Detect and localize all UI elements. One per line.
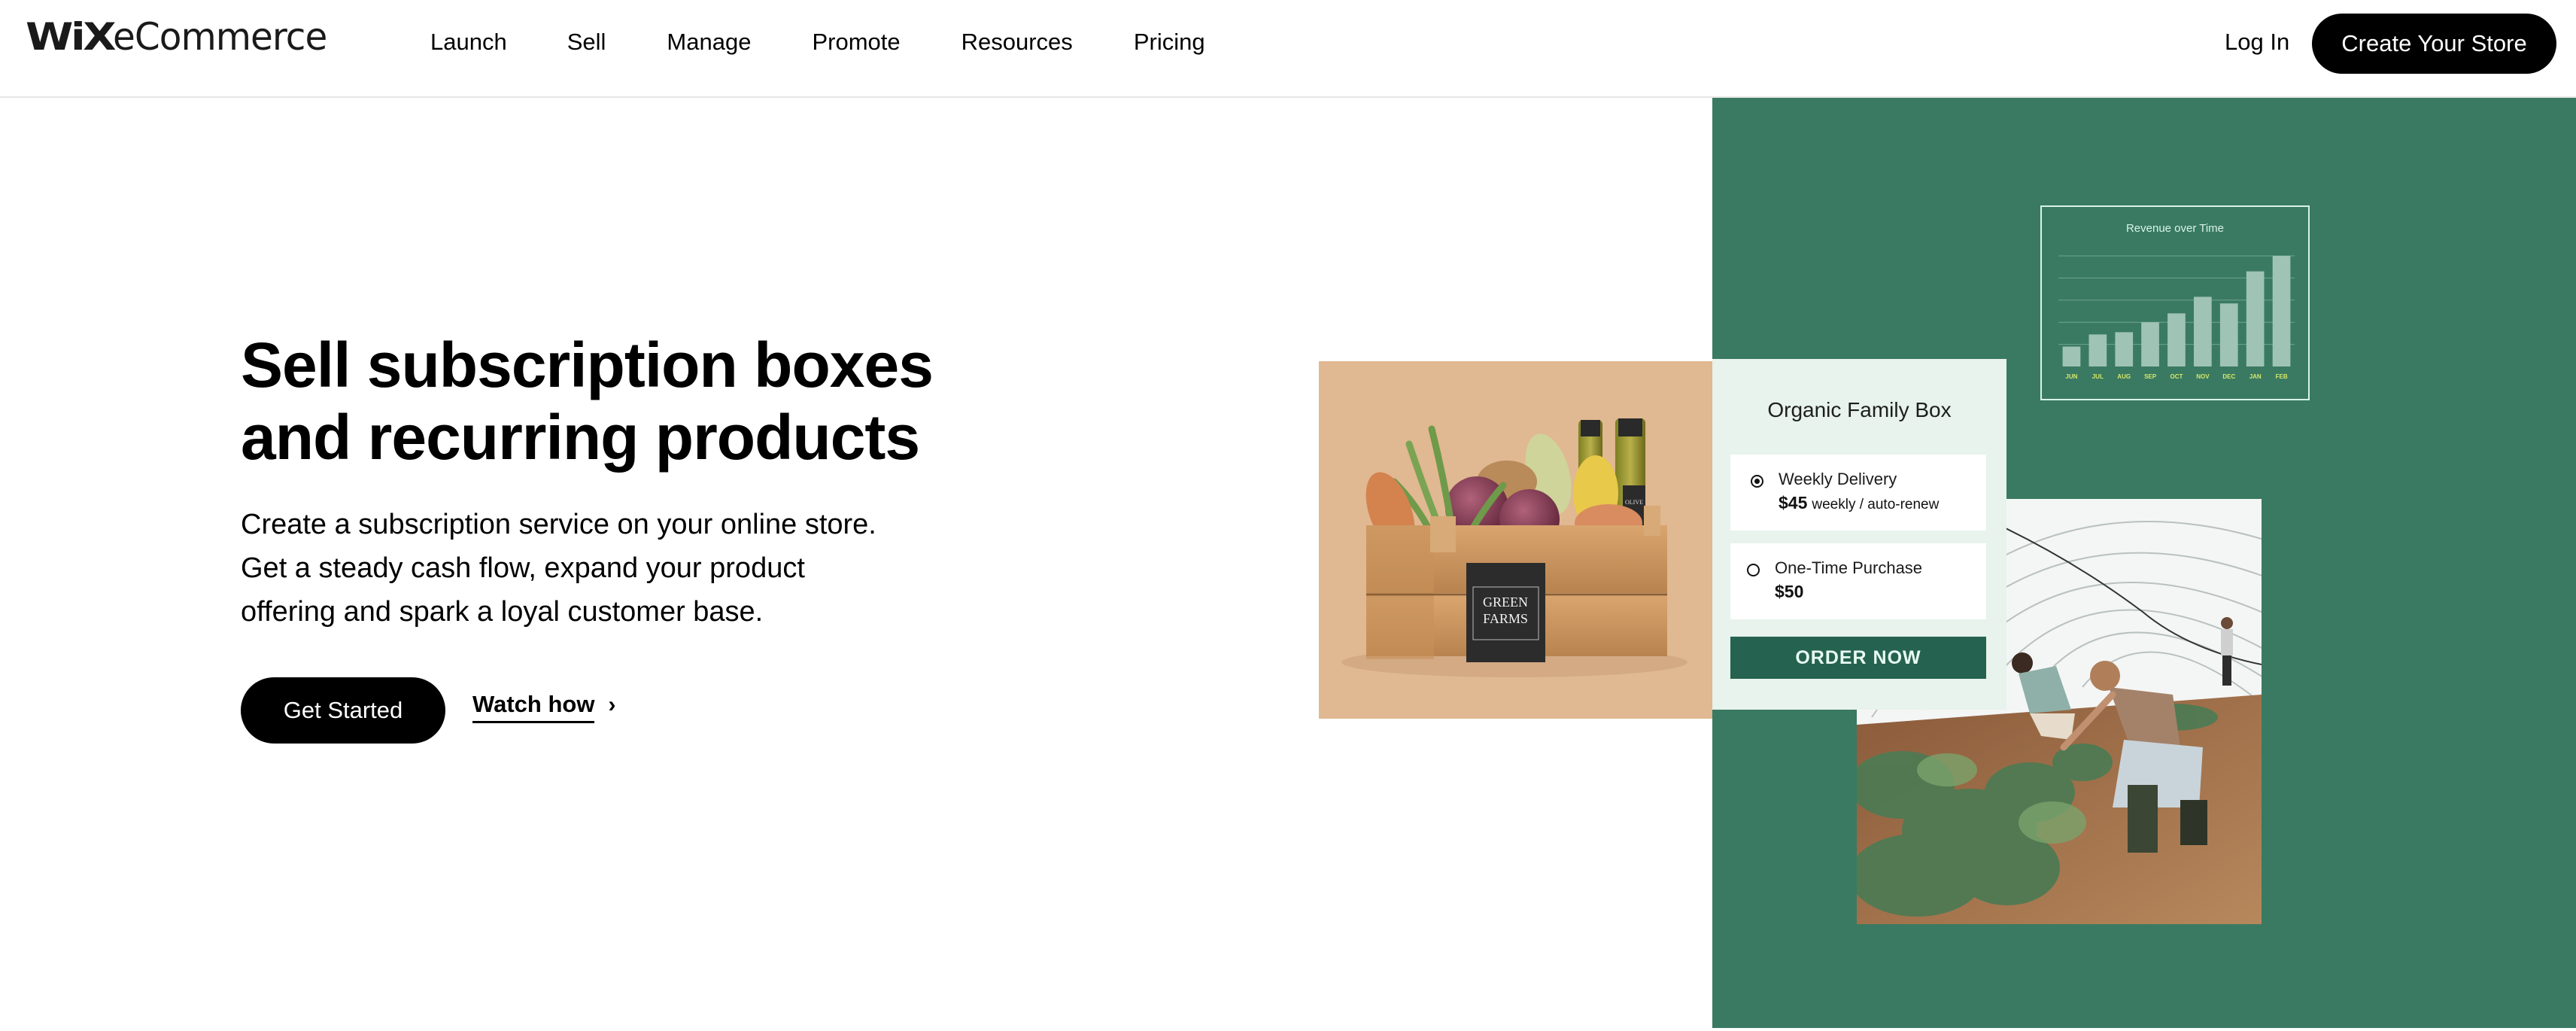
option-price: $50 xyxy=(1775,582,1804,601)
option-weekly-delivery[interactable]: Weekly Delivery $45 weekly / auto-renew xyxy=(1730,455,1986,531)
option-price: $45 weekly / auto-renew xyxy=(1779,493,1939,513)
hero-description: Create a subscription service on your on… xyxy=(241,503,955,634)
chart-bar-nov xyxy=(2194,297,2212,366)
option-price-note: weekly / auto-renew xyxy=(1812,497,1940,512)
site-header: WiX eCommerce Launch Sell Manage Promote… xyxy=(0,0,2576,98)
chart-bar-feb xyxy=(2272,256,2291,366)
revenue-chart: Revenue over Time JUN JUL AUG SEP OCT NOV DEC J… xyxy=(2040,205,2310,400)
chart-tick-label: JUN xyxy=(2065,373,2077,380)
radio-unselected-icon[interactable] xyxy=(1747,564,1760,576)
chart-tick-label: JAN xyxy=(2249,373,2262,380)
hero-description-line: Create a subscription service on your on… xyxy=(241,509,876,540)
crate-label-line1: GREEN xyxy=(1483,595,1528,610)
hero-description-line: Get a steady cash flow, expand your prod… xyxy=(241,552,805,584)
chart-tick-label: JUL xyxy=(2092,373,2104,380)
chart-title: Revenue over Time xyxy=(2126,222,2224,235)
watch-how-label: Watch how xyxy=(472,691,595,723)
chart-tick-label: FEB xyxy=(2276,373,2288,380)
create-store-button[interactable]: Create Your Store xyxy=(2312,14,2556,74)
order-now-button[interactable]: ORDER NOW xyxy=(1730,637,1986,679)
nav-resources[interactable]: Resources xyxy=(961,29,1073,56)
logo-product: eCommerce xyxy=(112,15,327,59)
nav-launch[interactable]: Launch xyxy=(430,29,507,56)
vegetable-crate-image: OLIVE GREEN FARMS xyxy=(1319,361,1712,719)
nav-promote[interactable]: Promote xyxy=(812,29,900,56)
chart-tick-label: DEC xyxy=(2222,373,2235,380)
chart-bar-jan xyxy=(2246,271,2265,366)
chart-bar-aug xyxy=(2115,332,2134,366)
nav-sell[interactable]: Sell xyxy=(567,29,606,56)
chart-bar-dec xyxy=(2219,303,2238,366)
product-title: Organic Family Box xyxy=(1767,398,1952,421)
get-started-button[interactable]: Get Started xyxy=(241,677,445,744)
chart-bar-jun xyxy=(2062,346,2081,366)
hero-title-line: Sell subscription boxes xyxy=(241,330,934,400)
crate-label-line2: FARMS xyxy=(1483,611,1528,626)
chart-bar-oct xyxy=(2167,313,2186,366)
revenue-chart-svg: Revenue over Time JUN JUL AUG SEP OCT NOV DEC J… xyxy=(2058,222,2295,380)
product-card: Organic Family Box Weekly Delivery $45 we… xyxy=(1712,359,2006,710)
option-name: Weekly Delivery xyxy=(1779,470,1897,488)
watch-how-link[interactable]: Watch how › xyxy=(472,691,615,723)
vegetable-crate-illustration: OLIVE GREEN FARMS xyxy=(1341,418,1687,677)
chart-tick-label: SEP xyxy=(2144,373,2157,380)
option-one-time-purchase[interactable]: One-Time Purchase $50 xyxy=(1730,543,1986,619)
chart-tick-label: NOV xyxy=(2196,373,2210,380)
nav-manage[interactable]: Manage xyxy=(667,29,751,56)
main-nav: Launch Sell Manage Promote Resources Pri… xyxy=(430,29,1266,56)
option-name: One-Time Purchase xyxy=(1775,558,1923,577)
radio-selected-icon[interactable] xyxy=(1751,475,1763,488)
wix-ecommerce-logo[interactable]: WiX eCommerce xyxy=(26,15,333,68)
hero-description-line: offering and spark a loyal customer base… xyxy=(241,596,764,628)
chart-tick-label: AUG xyxy=(2117,373,2131,380)
hero-title-line: and recurring products xyxy=(241,402,920,473)
logo-brand: WiX xyxy=(26,15,117,59)
login-link[interactable]: Log In xyxy=(2225,29,2289,56)
chart-bar-jul xyxy=(2088,334,2107,366)
chart-bar-sep xyxy=(2141,322,2159,366)
hero-title: Sell subscription boxes and recurring pr… xyxy=(241,329,993,473)
bottle-label: OLIVE xyxy=(1625,499,1643,506)
nav-pricing[interactable]: Pricing xyxy=(1134,29,1205,56)
option-price-value: $45 xyxy=(1779,493,1808,512)
chart-tick-label: OCT xyxy=(2170,373,2183,380)
chevron-right-icon: › xyxy=(608,692,616,717)
